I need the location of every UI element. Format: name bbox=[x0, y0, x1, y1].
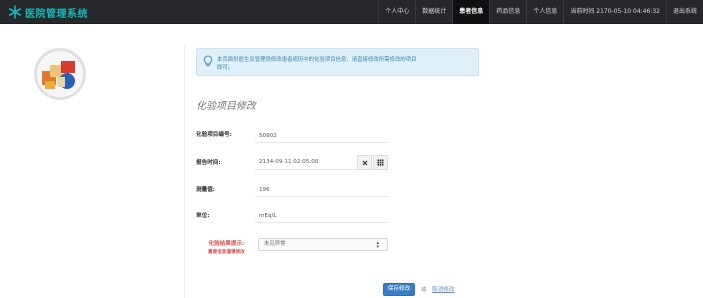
content-divider bbox=[184, 46, 185, 298]
avatar[interactable] bbox=[34, 48, 86, 100]
report-time-group: 2134-09-11 02:05:00 bbox=[255, 155, 388, 170]
report-time-field[interactable]: 2134-09-11 02:05:00 bbox=[255, 155, 357, 170]
lightbulb-icon bbox=[203, 55, 213, 66]
item-id-field[interactable]: 50902 bbox=[255, 129, 388, 143]
avatar-image bbox=[37, 51, 83, 97]
measured-value-label: 测量值: bbox=[196, 187, 216, 193]
clear-date-button[interactable] bbox=[357, 155, 373, 170]
or-text: 或 bbox=[421, 287, 427, 293]
nav-personal-center[interactable]: 个人中心 bbox=[378, 0, 415, 24]
result-hint-select[interactable]: 未见异常 ▴ ▾ bbox=[258, 238, 388, 251]
close-icon bbox=[362, 160, 368, 165]
report-time-label: 报告时间: bbox=[196, 160, 221, 166]
nav-logout[interactable]: 退出系统 bbox=[665, 0, 703, 24]
nav-drug-info[interactable]: 药品信息 bbox=[489, 0, 526, 24]
cancel-link[interactable]: 取消修改 bbox=[432, 285, 454, 293]
item-id-label: 化验项目编号: bbox=[196, 132, 232, 138]
unit-label: 单位: bbox=[196, 213, 210, 219]
nav-statistics[interactable]: 数据统计 bbox=[415, 0, 452, 24]
unit-field[interactable]: mEq/L bbox=[255, 209, 388, 223]
main-nav: 个人中心 数据统计 患者信息 药品信息 个人信息 当前时间 2170-05-10… bbox=[378, 0, 703, 24]
result-hint-label-group: 化验结果提示: 重要信息谨慎修改 bbox=[208, 239, 245, 255]
app-title: 医院管理系统 bbox=[25, 8, 88, 20]
measured-value-field[interactable]: 196 bbox=[255, 183, 388, 197]
current-time: 当前时间 2170-05-10 04:46:32 bbox=[563, 0, 666, 24]
info-text: 本页面供医生及管理员修改患者病历中的化验项目信息，请直接修改所需修改的项目即可。 bbox=[217, 57, 417, 71]
grid-calendar-icon bbox=[377, 159, 384, 166]
result-hint-label: 化验结果提示: bbox=[208, 241, 245, 247]
nav-patient-info[interactable]: 患者信息 bbox=[452, 0, 490, 24]
nav-profile[interactable]: 个人信息 bbox=[526, 0, 563, 24]
result-hint-selected: 未见异常 bbox=[264, 241, 286, 247]
medical-snowflake-icon bbox=[8, 5, 21, 19]
calendar-button[interactable] bbox=[373, 155, 388, 170]
save-button[interactable]: 保存修改 bbox=[383, 283, 415, 296]
result-hint-warning: 重要信息谨慎修改 bbox=[208, 250, 245, 255]
page-title: 化验项目修改 bbox=[196, 101, 256, 112]
select-caret-icon: ▴ ▾ bbox=[376, 240, 379, 250]
top-navbar: 医院管理系统 个人中心 数据统计 患者信息 药品信息 个人信息 当前时间 217… bbox=[0, 0, 703, 24]
brand[interactable]: 医院管理系统 bbox=[8, 4, 88, 20]
info-alert: 本页面供医生及管理员修改患者病历中的化验项目信息，请直接修改所需修改的项目即可。 bbox=[196, 48, 479, 76]
